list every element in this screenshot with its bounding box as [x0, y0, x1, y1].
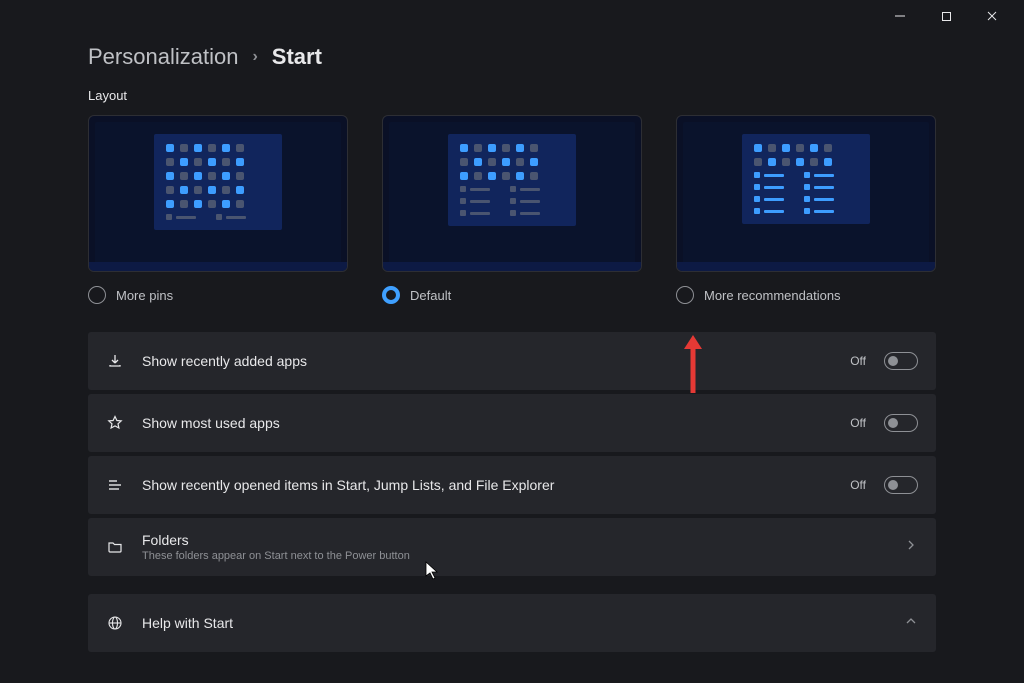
row-recently-opened[interactable]: Show recently opened items in Start, Jum… — [88, 456, 936, 514]
radio-more-recs[interactable] — [676, 286, 694, 304]
row-help[interactable]: Help with Start — [88, 594, 936, 652]
close-button[interactable] — [978, 2, 1006, 30]
row-folders[interactable]: Folders These folders appear on Start ne… — [88, 518, 936, 576]
toggle-most-used[interactable] — [884, 414, 918, 432]
layout-card-more-pins[interactable]: More pins — [88, 115, 348, 304]
toggle-state: Off — [850, 416, 866, 430]
layout-card-more-recs[interactable]: More recommendations — [676, 115, 936, 304]
toggle-recently-added[interactable] — [884, 352, 918, 370]
row-subtitle: These folders appear on Start next to th… — [142, 550, 410, 562]
chevron-up-icon — [904, 614, 918, 633]
radio-more-pins[interactable] — [88, 286, 106, 304]
layout-card-default[interactable]: Default — [382, 115, 642, 304]
section-layout-label: Layout — [88, 88, 936, 103]
toggle-recently-opened[interactable] — [884, 476, 918, 494]
star-icon — [106, 414, 124, 432]
window-controls — [886, 0, 1024, 32]
minimize-button[interactable] — [886, 2, 914, 30]
row-title: Folders — [142, 532, 410, 548]
list-icon — [106, 476, 124, 494]
download-icon — [106, 352, 124, 370]
radio-default[interactable] — [382, 286, 400, 304]
row-title: Help with Start — [142, 615, 233, 631]
radio-label-more-recs: More recommendations — [704, 288, 841, 303]
chevron-right-icon — [904, 538, 918, 557]
row-title: Show recently added apps — [142, 353, 307, 369]
row-most-used[interactable]: Show most used apps Off — [88, 394, 936, 452]
row-recently-added[interactable]: Show recently added apps Off — [88, 332, 936, 390]
breadcrumb-parent[interactable]: Personalization — [88, 44, 238, 70]
globe-icon — [106, 614, 124, 632]
radio-label-more-pins: More pins — [116, 288, 173, 303]
layout-options: More pins Default — [88, 115, 936, 304]
row-title: Show most used apps — [142, 415, 280, 431]
row-title: Show recently opened items in Start, Jum… — [142, 477, 554, 493]
toggle-state: Off — [850, 478, 866, 492]
radio-label-default: Default — [410, 288, 451, 303]
chevron-right-icon: › — [252, 48, 257, 66]
breadcrumb: Personalization › Start — [88, 44, 936, 70]
breadcrumb-current: Start — [272, 44, 322, 70]
maximize-button[interactable] — [932, 2, 960, 30]
folder-icon — [106, 538, 124, 556]
toggle-state: Off — [850, 354, 866, 368]
